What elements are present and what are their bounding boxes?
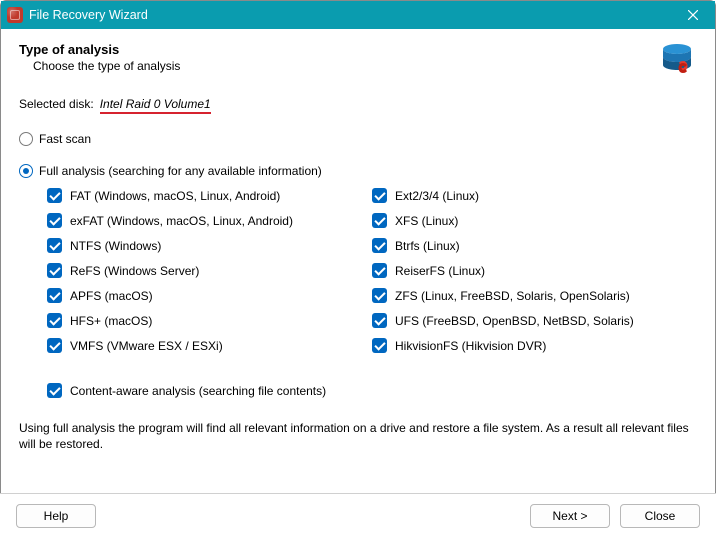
close-window-button[interactable] xyxy=(671,1,715,29)
button-bar: Help Next > Close xyxy=(0,493,716,538)
filesystem-checkbox[interactable] xyxy=(47,288,62,303)
filesystem-checkbox[interactable] xyxy=(372,238,387,253)
filesystem-label[interactable]: FAT (Windows, macOS, Linux, Android) xyxy=(70,189,280,203)
window-title: File Recovery Wizard xyxy=(29,8,148,22)
filesystem-grid: FAT (Windows, macOS, Linux, Android) exFA… xyxy=(19,188,697,353)
filesystem-label[interactable]: APFS (macOS) xyxy=(70,289,153,303)
full-analysis-radio[interactable] xyxy=(19,164,33,178)
next-button[interactable]: Next > xyxy=(530,504,610,528)
filesystem-checkbox[interactable] xyxy=(372,288,387,303)
filesystem-item[interactable]: VMFS (VMware ESX / ESXi) xyxy=(47,338,372,353)
filesystem-column-right: Ext2/3/4 (Linux) XFS (Linux) Btrfs (Linux)… xyxy=(372,188,697,353)
filesystem-label[interactable]: UFS (FreeBSD, OpenBSD, NetBSD, Solaris) xyxy=(395,314,634,328)
filesystem-item[interactable]: FAT (Windows, macOS, Linux, Android) xyxy=(47,188,372,203)
footer-note: Using full analysis the program will fin… xyxy=(1,420,715,452)
filesystem-label[interactable]: Btrfs (Linux) xyxy=(395,239,460,253)
wizard-header: Type of analysis Choose the type of anal… xyxy=(1,29,715,81)
filesystem-checkbox[interactable] xyxy=(372,263,387,278)
full-analysis-label[interactable]: Full analysis (searching for any availab… xyxy=(39,164,322,178)
filesystem-item[interactable]: Btrfs (Linux) xyxy=(372,238,697,253)
filesystem-label[interactable]: NTFS (Windows) xyxy=(70,239,161,253)
filesystem-checkbox[interactable] xyxy=(47,313,62,328)
filesystem-item[interactable]: Ext2/3/4 (Linux) xyxy=(372,188,697,203)
filesystem-item[interactable]: HikvisionFS (Hikvision DVR) xyxy=(372,338,697,353)
fast-scan-option[interactable]: Fast scan xyxy=(19,132,697,146)
selected-disk-row: Selected disk: Intel Raid 0 Volume1 xyxy=(19,97,697,114)
filesystem-item[interactable]: exFAT (Windows, macOS, Linux, Android) xyxy=(47,213,372,228)
filesystem-label[interactable]: VMFS (VMware ESX / ESXi) xyxy=(70,339,223,353)
filesystem-item[interactable]: APFS (macOS) xyxy=(47,288,372,303)
content-aware-checkbox[interactable] xyxy=(47,383,62,398)
filesystem-label[interactable]: ZFS (Linux, FreeBSD, Solaris, OpenSolari… xyxy=(395,289,630,303)
filesystem-checkbox[interactable] xyxy=(47,238,62,253)
wizard-icon xyxy=(657,37,697,77)
filesystem-column-left: FAT (Windows, macOS, Linux, Android) exFA… xyxy=(47,188,372,353)
filesystem-label[interactable]: exFAT (Windows, macOS, Linux, Android) xyxy=(70,214,293,228)
fast-scan-label[interactable]: Fast scan xyxy=(39,132,91,146)
selected-disk-label: Selected disk: xyxy=(19,97,94,111)
fast-scan-radio[interactable] xyxy=(19,132,33,146)
filesystem-checkbox[interactable] xyxy=(47,338,62,353)
filesystem-label[interactable]: HikvisionFS (Hikvision DVR) xyxy=(395,339,546,353)
filesystem-checkbox[interactable] xyxy=(47,188,62,203)
titlebar: File Recovery Wizard xyxy=(1,1,715,29)
help-button[interactable]: Help xyxy=(16,504,96,528)
page-subtitle: Choose the type of analysis xyxy=(33,59,180,73)
filesystem-item[interactable]: ZFS (Linux, FreeBSD, Solaris, OpenSolari… xyxy=(372,288,697,303)
filesystem-checkbox[interactable] xyxy=(47,263,62,278)
filesystem-label[interactable]: ReiserFS (Linux) xyxy=(395,264,485,278)
close-icon xyxy=(688,10,698,20)
filesystem-item[interactable]: ReiserFS (Linux) xyxy=(372,263,697,278)
filesystem-checkbox[interactable] xyxy=(372,338,387,353)
content-aware-option[interactable]: Content-aware analysis (searching file c… xyxy=(19,383,697,398)
filesystem-item[interactable]: XFS (Linux) xyxy=(372,213,697,228)
filesystem-label[interactable]: Ext2/3/4 (Linux) xyxy=(395,189,479,203)
selected-disk-value: Intel Raid 0 Volume1 xyxy=(100,97,211,114)
filesystem-item[interactable]: NTFS (Windows) xyxy=(47,238,372,253)
filesystem-checkbox[interactable] xyxy=(47,213,62,228)
filesystem-label[interactable]: HFS+ (macOS) xyxy=(70,314,152,328)
content-area: Selected disk: Intel Raid 0 Volume1 Fast… xyxy=(1,81,715,398)
page-title: Type of analysis xyxy=(19,42,180,57)
filesystem-label[interactable]: XFS (Linux) xyxy=(395,214,458,228)
full-analysis-option[interactable]: Full analysis (searching for any availab… xyxy=(19,164,697,178)
filesystem-item[interactable]: HFS+ (macOS) xyxy=(47,313,372,328)
filesystem-item[interactable]: UFS (FreeBSD, OpenBSD, NetBSD, Solaris) xyxy=(372,313,697,328)
close-button[interactable]: Close xyxy=(620,504,700,528)
filesystem-checkbox[interactable] xyxy=(372,188,387,203)
content-aware-label[interactable]: Content-aware analysis (searching file c… xyxy=(70,384,326,398)
filesystem-checkbox[interactable] xyxy=(372,313,387,328)
filesystem-item[interactable]: ReFS (Windows Server) xyxy=(47,263,372,278)
filesystem-label[interactable]: ReFS (Windows Server) xyxy=(70,264,199,278)
app-icon xyxy=(7,7,23,23)
filesystem-checkbox[interactable] xyxy=(372,213,387,228)
